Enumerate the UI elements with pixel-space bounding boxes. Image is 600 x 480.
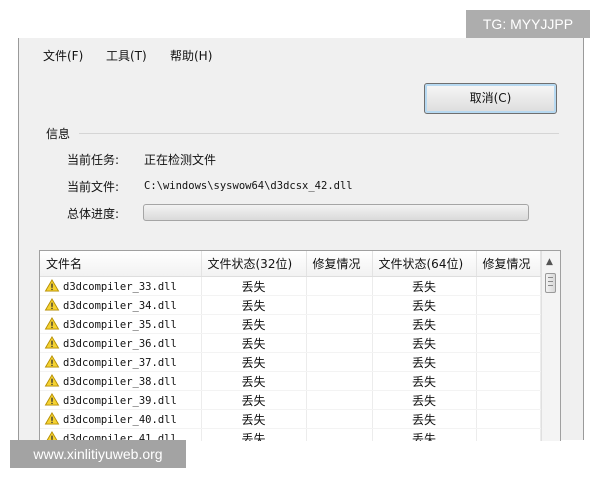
status-32-cell: 丢失 bbox=[201, 371, 307, 391]
warning-icon bbox=[44, 336, 60, 349]
cancel-button[interactable]: 取消(C) bbox=[424, 83, 557, 114]
filename-cell: d3dcompiler_34.dll bbox=[40, 295, 202, 315]
fix-64-cell bbox=[476, 371, 541, 391]
filename-cell: d3dcompiler_38.dll bbox=[40, 371, 202, 391]
fix-64-cell bbox=[476, 409, 541, 429]
current-file-value: C:\windows\syswow64\d3dcsx_42.dll bbox=[144, 180, 353, 192]
fix-32-cell bbox=[306, 428, 373, 441]
fix-64-cell bbox=[476, 352, 541, 372]
current-task-value: 正在检测文件 bbox=[144, 153, 217, 167]
filename-text: d3dcompiler_36.dll bbox=[63, 338, 177, 350]
filename-cell: d3dcompiler_35.dll bbox=[40, 314, 202, 334]
status-64-cell: 丢失 bbox=[372, 390, 477, 410]
status-32-cell: 丢失 bbox=[201, 409, 307, 429]
status-32-cell: 丢失 bbox=[201, 333, 307, 353]
warning-icon bbox=[44, 412, 60, 425]
filename-cell: d3dcompiler_37.dll bbox=[40, 352, 202, 372]
warning-icon bbox=[44, 298, 60, 311]
menu-tools[interactable]: 工具(T) bbox=[106, 47, 147, 64]
scrollbar-thumb[interactable] bbox=[545, 273, 556, 293]
watermark-website: www.xinlitiyuweb.org bbox=[10, 440, 186, 468]
fix-64-cell bbox=[476, 390, 541, 410]
table-row[interactable]: d3dcompiler_38.dll 丢失 丢失 bbox=[40, 371, 541, 391]
status-64-cell: 丢失 bbox=[372, 295, 477, 315]
warning-icon bbox=[44, 374, 60, 387]
status-64-cell: 丢失 bbox=[372, 314, 477, 334]
vertical-scrollbar[interactable]: ▲ bbox=[541, 251, 560, 441]
fix-32-cell bbox=[306, 409, 373, 429]
group-divider bbox=[79, 133, 559, 134]
status-32-cell: 丢失 bbox=[201, 390, 307, 410]
fix-64-cell bbox=[476, 295, 541, 315]
menu-bar: 文件(F) 工具(T) 帮助(H) bbox=[19, 38, 583, 72]
status-32-cell: 丢失 bbox=[201, 276, 307, 296]
table-row[interactable]: d3dcompiler_34.dll 丢失 丢失 bbox=[40, 295, 541, 315]
warning-icon bbox=[44, 393, 60, 406]
status-32-cell: 丢失 bbox=[201, 314, 307, 334]
fix-32-cell bbox=[306, 390, 373, 410]
menu-file[interactable]: 文件(F) bbox=[43, 47, 83, 64]
fix-32-cell bbox=[306, 295, 373, 315]
table-row[interactable]: d3dcompiler_36.dll 丢失 丢失 bbox=[40, 333, 541, 353]
filename-text: d3dcompiler_35.dll bbox=[63, 319, 177, 331]
fix-64-cell bbox=[476, 276, 541, 296]
table-row[interactable]: d3dcompiler_40.dll 丢失 丢失 bbox=[40, 409, 541, 429]
table-row[interactable]: d3dcompiler_35.dll 丢失 丢失 bbox=[40, 314, 541, 334]
filename-cell: d3dcompiler_40.dll bbox=[40, 409, 202, 429]
column-header-status-32[interactable]: 文件状态(32位) bbox=[201, 251, 307, 277]
scroll-up-arrow-icon[interactable]: ▲ bbox=[546, 257, 553, 267]
status-64-cell: 丢失 bbox=[372, 352, 477, 372]
column-header-fix-64[interactable]: 修复情况 bbox=[476, 251, 541, 277]
filename-cell: d3dcompiler_39.dll bbox=[40, 390, 202, 410]
table-body: d3dcompiler_33.dll 丢失 丢失 d3dcompiler_34.dll… bbox=[40, 276, 541, 441]
warning-icon bbox=[44, 355, 60, 368]
fix-32-cell bbox=[306, 371, 373, 391]
filename-text: d3dcompiler_34.dll bbox=[63, 300, 177, 312]
status-64-cell: 丢失 bbox=[372, 276, 477, 296]
repair-tool-window: 文件(F) 工具(T) 帮助(H) 取消(C) 信息 当前任务: 正在检测文件 … bbox=[18, 38, 584, 441]
filename-cell: d3dcompiler_36.dll bbox=[40, 333, 202, 353]
status-64-cell: 丢失 bbox=[372, 333, 477, 353]
file-status-table: 文件名 文件状态(32位) 修复情况 文件状态(64位) 修复情况 d3dcom… bbox=[39, 250, 561, 441]
fix-32-cell bbox=[306, 352, 373, 372]
status-64-cell: 丢失 bbox=[372, 428, 477, 441]
fix-64-cell bbox=[476, 314, 541, 334]
watermark-telegram: TG: MYYJJPP bbox=[466, 10, 590, 38]
table-header-row: 文件名 文件状态(32位) 修复情况 文件状态(64位) 修复情况 bbox=[40, 251, 541, 277]
table-row[interactable]: d3dcompiler_37.dll 丢失 丢失 bbox=[40, 352, 541, 372]
status-32-cell: 丢失 bbox=[201, 295, 307, 315]
filename-text: d3dcompiler_38.dll bbox=[63, 376, 177, 388]
fix-32-cell bbox=[306, 276, 373, 296]
overall-progress-bar bbox=[143, 204, 529, 221]
warning-icon bbox=[44, 317, 60, 330]
status-32-cell: 丢失 bbox=[201, 428, 307, 441]
menu-help[interactable]: 帮助(H) bbox=[170, 47, 212, 64]
column-header-fix-32[interactable]: 修复情况 bbox=[306, 251, 373, 277]
current-task-label: 当前任务: bbox=[67, 153, 120, 167]
current-file-label: 当前文件: bbox=[67, 180, 120, 194]
filename-text: d3dcompiler_37.dll bbox=[63, 357, 177, 369]
table-row[interactable]: d3dcompiler_39.dll 丢失 丢失 bbox=[40, 390, 541, 410]
filename-cell: d3dcompiler_33.dll bbox=[40, 276, 202, 296]
warning-icon bbox=[44, 279, 60, 292]
info-group-title: 信息 bbox=[46, 127, 71, 141]
table-row[interactable]: d3dcompiler_33.dll 丢失 丢失 bbox=[40, 276, 541, 296]
filename-text: d3dcompiler_33.dll bbox=[63, 281, 177, 293]
status-32-cell: 丢失 bbox=[201, 352, 307, 372]
filename-text: d3dcompiler_39.dll bbox=[63, 395, 177, 407]
fix-32-cell bbox=[306, 333, 373, 353]
column-header-status-64[interactable]: 文件状态(64位) bbox=[372, 251, 477, 277]
fix-64-cell bbox=[476, 428, 541, 441]
fix-64-cell bbox=[476, 333, 541, 353]
filename-text: d3dcompiler_40.dll bbox=[63, 414, 177, 426]
column-header-filename[interactable]: 文件名 bbox=[40, 251, 202, 277]
status-64-cell: 丢失 bbox=[372, 371, 477, 391]
fix-32-cell bbox=[306, 314, 373, 334]
overall-progress-label: 总体进度: bbox=[67, 207, 120, 221]
status-64-cell: 丢失 bbox=[372, 409, 477, 429]
